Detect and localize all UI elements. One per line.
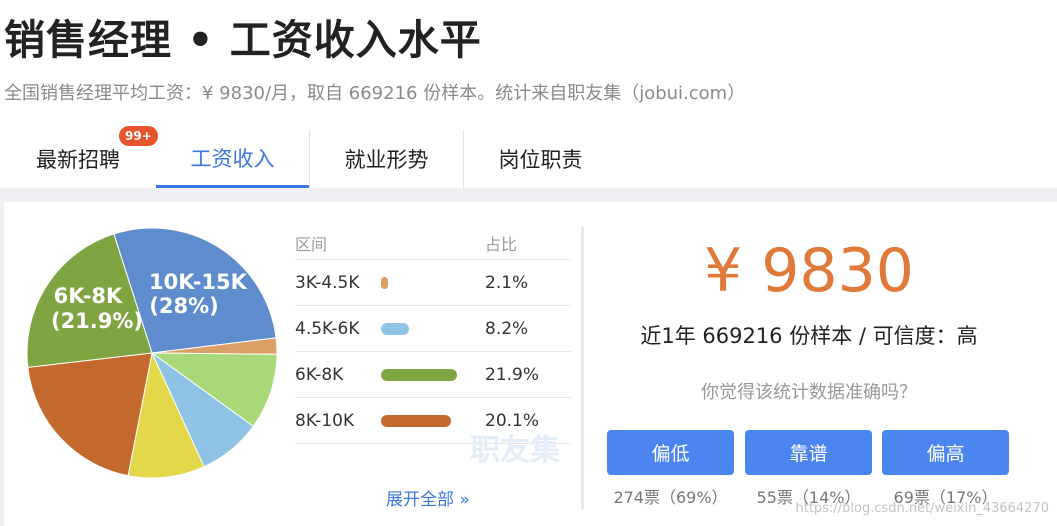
table-header: 区间 占比 bbox=[295, 226, 571, 260]
page-subtitle: 全国销售经理平均工资：¥ 9830/月，取自 669216 份样本。统计来自职友… bbox=[4, 83, 746, 104]
table-row: 3K-4.5K 2.1% bbox=[295, 260, 571, 306]
accuracy-question: 你觉得该统计数据准确吗？ bbox=[701, 382, 917, 403]
tab-employment[interactable]: 就业形势 bbox=[310, 130, 463, 188]
average-salary: ¥ 9830 bbox=[704, 236, 914, 306]
new-count-badge: 99+ bbox=[119, 126, 158, 146]
range-cell: 6K-8K bbox=[295, 364, 344, 385]
tab-bar: 最新招聘 99+ 工资收入 就业形势 岗位职责 bbox=[0, 126, 1057, 188]
expand-all-link[interactable]: 展开全部 » bbox=[386, 485, 470, 510]
sample-info: 近1年 669216 份样本 / 可信度：高 bbox=[640, 324, 978, 348]
vote-low-button[interactable]: 偏低 bbox=[607, 430, 734, 475]
vote-low-count: 274票（69%） bbox=[613, 488, 728, 507]
pie-label-10k-15k: 10K-15K bbox=[149, 270, 248, 294]
range-cell: 4.5K-6K bbox=[295, 318, 360, 339]
brand-watermark: 职友集 bbox=[470, 433, 560, 468]
salary-pie-chart: 10K-15K (28%) 6K-8K (21.9%) bbox=[26, 227, 278, 479]
share-bar bbox=[381, 276, 389, 289]
source-watermark: https://blog.csdn.net/weixin_43664270 bbox=[795, 501, 1049, 516]
col-header-share: 占比 bbox=[485, 234, 518, 254]
pie-label-10k-15k-pct: (28%) bbox=[149, 294, 218, 318]
distribution-table: 区间 占比 3K-4.5K 2.1% 4.5K-6K 8.2% 6K-8K 21… bbox=[295, 226, 571, 444]
percent-cell: 8.2% bbox=[485, 318, 529, 339]
tab-salary[interactable]: 工资收入 bbox=[156, 130, 309, 188]
col-header-range: 区间 bbox=[295, 234, 328, 254]
range-cell: 8K-10K bbox=[295, 410, 355, 431]
range-cell: 3K-4.5K bbox=[295, 272, 360, 293]
share-bar bbox=[381, 322, 410, 335]
pie-label-6k-8k: 6K-8K bbox=[54, 284, 123, 308]
tab-label: 岗位职责 bbox=[498, 148, 583, 172]
tab-label: 工资收入 bbox=[190, 146, 275, 171]
tab-duties[interactable]: 岗位职责 bbox=[464, 130, 617, 188]
share-bar bbox=[381, 414, 451, 427]
tab-label: 就业形势 bbox=[344, 148, 429, 172]
vote-reliable-button[interactable]: 靠谱 bbox=[745, 430, 872, 475]
pie-label-6k-8k-pct: (21.9%) bbox=[51, 309, 143, 333]
table-row: 6K-8K 21.9% bbox=[295, 352, 571, 398]
page-title: 销售经理 • 工资收入水平 bbox=[4, 16, 482, 64]
tab-label: 最新招聘 bbox=[36, 148, 120, 172]
vote-high-button[interactable]: 偏高 bbox=[882, 430, 1009, 475]
percent-cell: 21.9% bbox=[485, 364, 540, 385]
share-bar bbox=[381, 368, 457, 381]
table-row: 4.5K-6K 8.2% bbox=[295, 306, 571, 352]
percent-cell: 2.1% bbox=[485, 272, 529, 293]
